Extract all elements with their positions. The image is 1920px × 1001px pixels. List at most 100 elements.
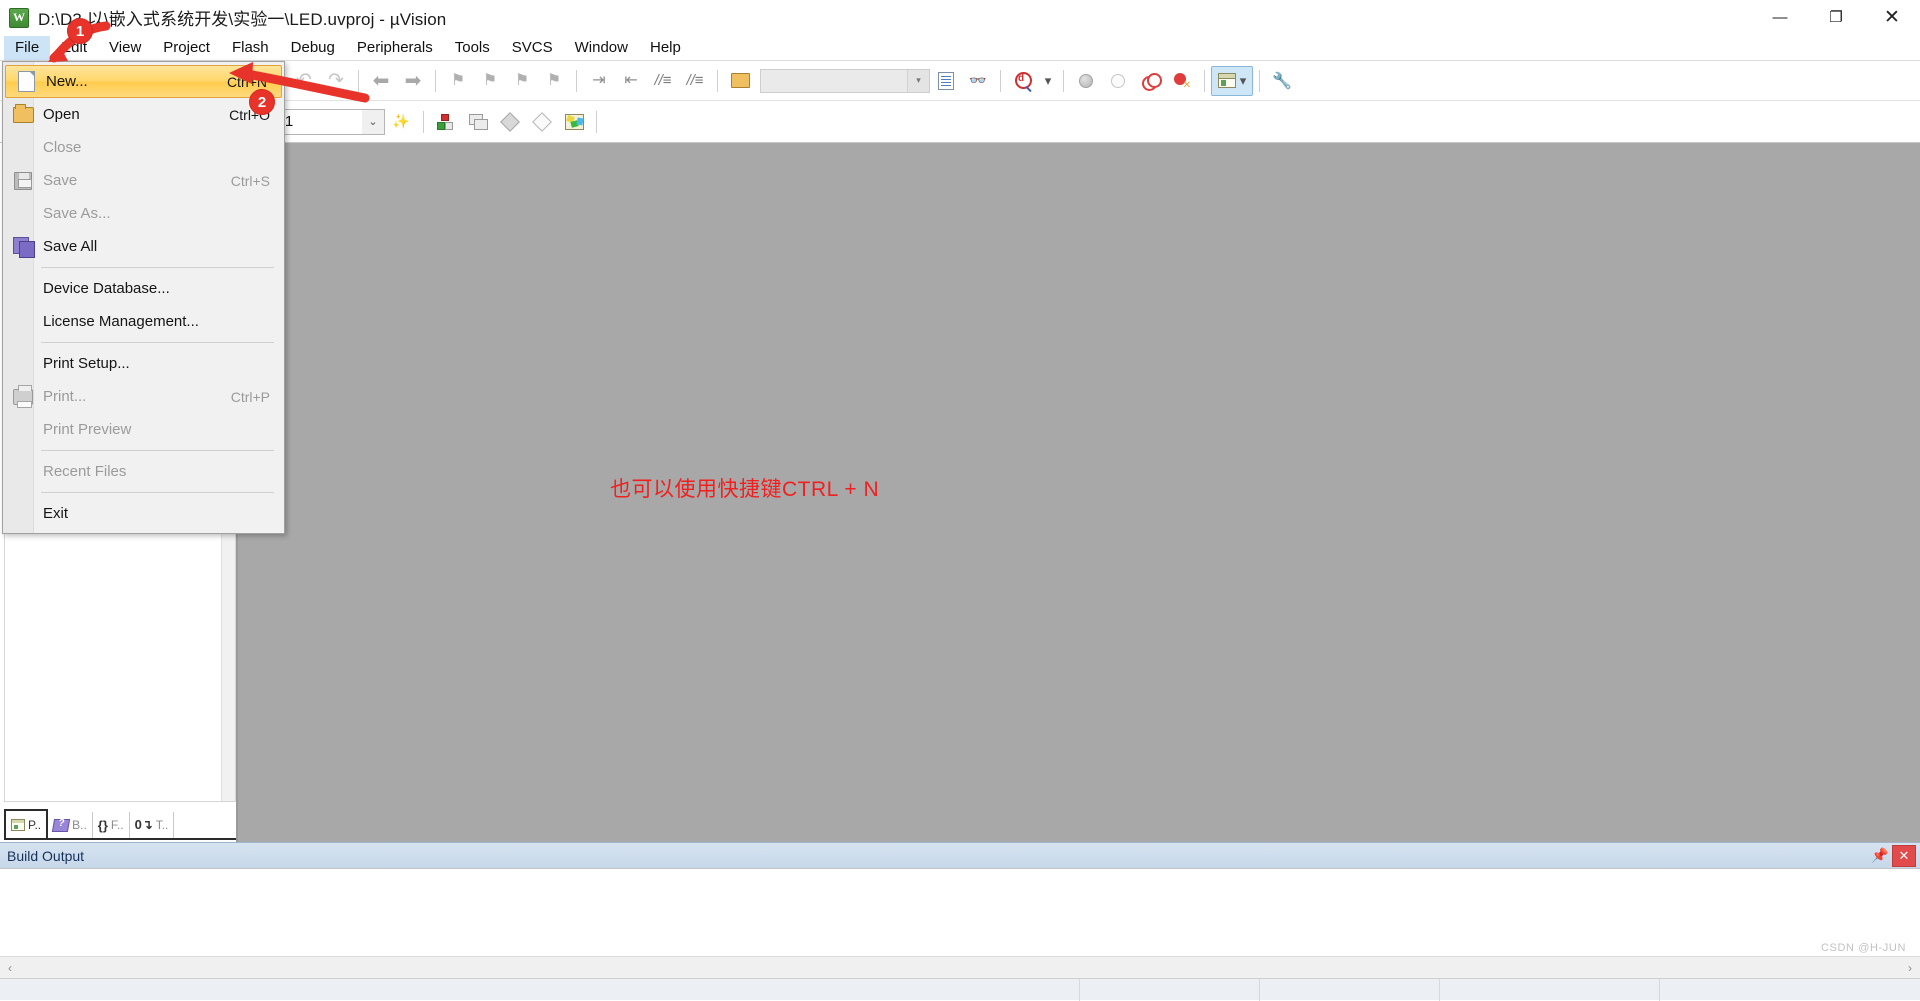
chevron-down-icon[interactable]: ▾ bbox=[907, 70, 929, 92]
file-menu-dropdown: New... Ctrl+N Open Ctrl+O Close Save Ctr… bbox=[2, 61, 285, 534]
kill-all-breakpoints-icon[interactable] bbox=[1166, 66, 1198, 96]
menu-item-save-accel: Ctrl+S bbox=[231, 173, 270, 189]
menu-item-exit-label: Exit bbox=[43, 505, 250, 522]
toolbar-separator bbox=[435, 70, 436, 92]
window-title: D:\D3 以\嵌入式系统开发\实验一\LED.uvproj - µVision bbox=[38, 5, 446, 30]
comment-lines-icon[interactable]: //≡ bbox=[647, 66, 679, 96]
window-controls: — ❐ ✕ bbox=[1752, 0, 1920, 36]
menu-tools[interactable]: Tools bbox=[444, 36, 501, 60]
menu-item-device-database[interactable]: Device Database... bbox=[3, 272, 284, 305]
menu-item-new[interactable]: New... Ctrl+N bbox=[5, 65, 282, 98]
menu-window[interactable]: Window bbox=[564, 36, 639, 60]
no-icon bbox=[3, 458, 43, 486]
batch-build-icon[interactable] bbox=[494, 107, 526, 137]
menu-item-save: Save Ctrl+S bbox=[3, 164, 284, 197]
manage-components-icon[interactable] bbox=[558, 107, 590, 137]
find-combo[interactable]: ▾ bbox=[760, 69, 930, 93]
no-icon bbox=[3, 350, 43, 378]
insert-breakpoint-icon[interactable] bbox=[1070, 66, 1102, 96]
configure-target-icon[interactable]: 🔧 bbox=[1266, 66, 1298, 96]
menu-item-exit[interactable]: Exit bbox=[3, 497, 284, 530]
redo-icon[interactable]: ↷ bbox=[320, 66, 352, 96]
menu-item-new-label: New... bbox=[46, 73, 207, 90]
menu-item-save-as-label: Save As... bbox=[43, 205, 250, 222]
chevron-left-icon[interactable]: ‹ bbox=[0, 958, 20, 978]
build-output-hscrollbar[interactable]: ‹ › bbox=[0, 956, 1920, 978]
indent-decrease-icon[interactable]: ⇤ bbox=[615, 66, 647, 96]
close-icon[interactable]: ✕ bbox=[1892, 845, 1916, 867]
close-button[interactable]: ✕ bbox=[1864, 0, 1920, 36]
menu-separator bbox=[41, 342, 274, 343]
tab-books[interactable]: B.. bbox=[48, 812, 93, 838]
functions-tab-icon: {} bbox=[98, 818, 108, 833]
disable-all-breakpoints-icon[interactable] bbox=[1134, 66, 1166, 96]
menu-project[interactable]: Project bbox=[152, 36, 221, 60]
indent-increase-icon[interactable]: ⇥ bbox=[583, 66, 615, 96]
menu-item-license-management-label: License Management... bbox=[43, 313, 250, 330]
navigate-back-icon[interactable]: ⬅ bbox=[365, 66, 397, 96]
no-icon bbox=[3, 134, 43, 162]
menu-item-open-label: Open bbox=[43, 106, 209, 123]
find-dropdown-icon[interactable]: ▾ bbox=[1039, 66, 1057, 96]
bookmark-toggle-icon[interactable]: ⚑ bbox=[442, 66, 474, 96]
find-magnifier-icon[interactable]: d bbox=[1007, 66, 1039, 96]
project-window-icon[interactable]: ▾ bbox=[1211, 66, 1253, 96]
uvision-logo-icon bbox=[9, 8, 29, 28]
no-icon bbox=[3, 308, 43, 336]
build-output-body[interactable]: CSDN @H-JUN ‹ › bbox=[0, 868, 1920, 978]
toolbar-separator bbox=[1000, 70, 1001, 92]
maximize-button[interactable]: ❐ bbox=[1808, 0, 1864, 36]
menu-bar: File Edit View Project Flash Debug Perip… bbox=[0, 36, 1920, 61]
chevron-right-icon[interactable]: › bbox=[1900, 958, 1920, 978]
annotation-badge-1: 1 bbox=[67, 18, 93, 44]
tab-books-label: B.. bbox=[72, 818, 87, 832]
minimize-button[interactable]: — bbox=[1752, 0, 1808, 36]
no-icon bbox=[3, 416, 43, 444]
menu-file[interactable]: File bbox=[4, 36, 50, 60]
menu-peripherals[interactable]: Peripherals bbox=[346, 36, 444, 60]
status-cell-a bbox=[1080, 979, 1260, 1001]
pin-icon[interactable]: 📌 bbox=[1868, 844, 1892, 868]
menu-item-device-database-label: Device Database... bbox=[43, 280, 250, 297]
templates-tab-icon: 0↴ bbox=[135, 817, 153, 833]
bookmark-clear-icon[interactable]: ⚑ bbox=[538, 66, 570, 96]
menu-svcs[interactable]: SVCS bbox=[501, 36, 564, 60]
menu-flash[interactable]: Flash bbox=[221, 36, 280, 60]
tab-functions[interactable]: {} F.. bbox=[93, 812, 130, 838]
save-disk-icon bbox=[3, 167, 43, 195]
menu-item-license-management[interactable]: License Management... bbox=[3, 305, 284, 338]
uncomment-lines-icon[interactable]: //≡ bbox=[679, 66, 711, 96]
rebuild-all-icon[interactable] bbox=[462, 107, 494, 137]
tab-project[interactable]: P.. bbox=[4, 809, 48, 838]
status-cell-b bbox=[1260, 979, 1440, 1001]
undo-icon[interactable]: ↶ bbox=[288, 66, 320, 96]
menu-view[interactable]: View bbox=[98, 36, 152, 60]
menu-item-save-all[interactable]: Save All bbox=[3, 230, 284, 263]
target-options-wizard-icon[interactable]: ✨ bbox=[385, 107, 417, 137]
binoculars-icon[interactable]: 👓 bbox=[962, 66, 994, 96]
toolbar-separator bbox=[423, 111, 424, 133]
bookmark-next-icon[interactable]: ⚑ bbox=[506, 66, 538, 96]
navigate-forward-icon[interactable]: ➡ bbox=[397, 66, 429, 96]
configure-file-icon[interactable] bbox=[930, 66, 962, 96]
tab-templates[interactable]: 0↴ T.. bbox=[130, 812, 175, 838]
find-in-files-icon[interactable] bbox=[724, 66, 756, 96]
build-output-actions: 📌 ✕ bbox=[1868, 844, 1920, 868]
menu-item-print-setup[interactable]: Print Setup... bbox=[3, 347, 284, 380]
menu-help[interactable]: Help bbox=[639, 36, 692, 60]
tab-templates-label: T.. bbox=[156, 818, 169, 832]
remove-breakpoint-icon[interactable] bbox=[1102, 66, 1134, 96]
menu-item-print-label: Print... bbox=[43, 388, 211, 405]
download-icon[interactable] bbox=[526, 107, 558, 137]
save-all-icon bbox=[3, 233, 43, 261]
chevron-down-icon[interactable]: ⌄ bbox=[362, 110, 384, 134]
menu-debug[interactable]: Debug bbox=[280, 36, 346, 60]
bookmark-prev-icon[interactable]: ⚑ bbox=[474, 66, 506, 96]
menu-item-print-preview: Print Preview bbox=[3, 413, 284, 446]
books-tab-icon bbox=[52, 819, 70, 832]
project-tab-icon bbox=[11, 819, 25, 831]
menu-item-save-label: Save bbox=[43, 172, 211, 189]
toolbar-separator bbox=[358, 70, 359, 92]
build-target-icon[interactable] bbox=[430, 107, 462, 137]
menu-item-open[interactable]: Open Ctrl+O bbox=[3, 98, 284, 131]
